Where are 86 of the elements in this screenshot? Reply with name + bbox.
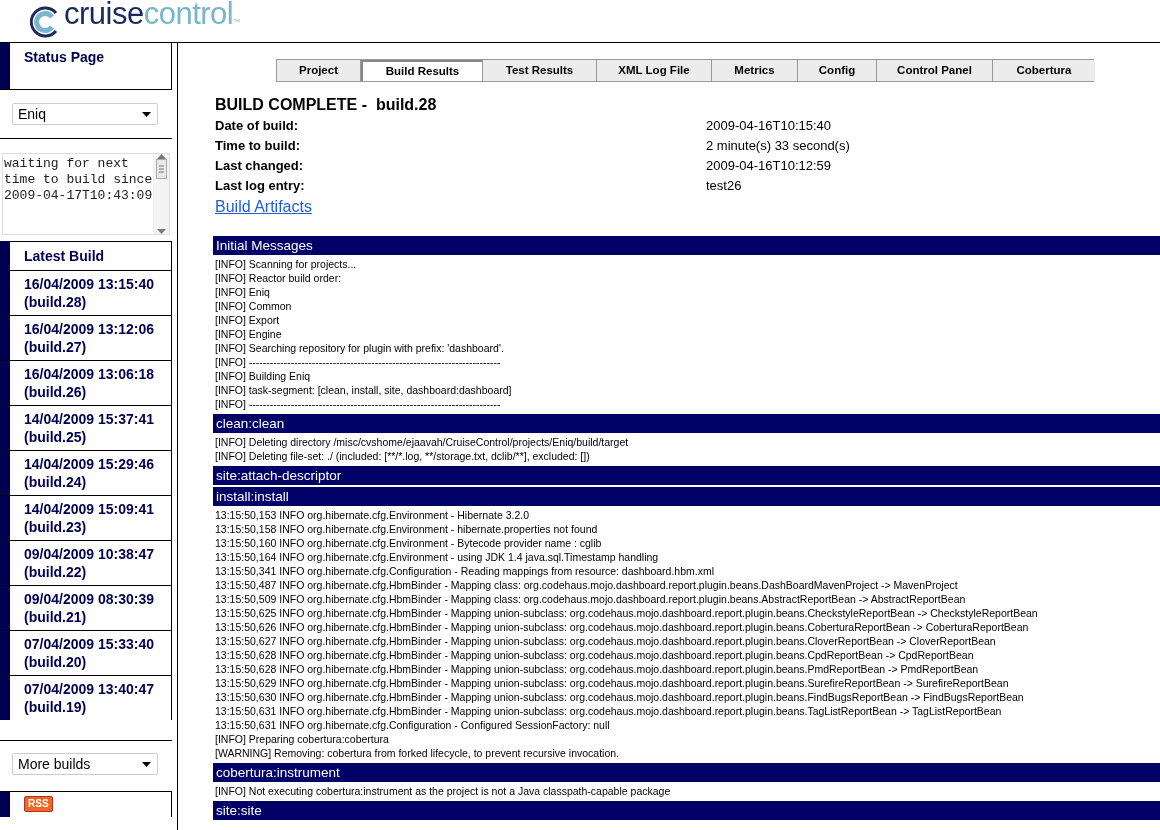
status-text-area[interactable]: waiting for next time to build since 2009-04-17T10:43:09 [2,153,170,235]
log-line: 13:15:50,626 INFO org.hibernate.cfg.HbmBinder - Mapping union-subclass: org.codehaus.mojo.dashboard.report.plugin.beans.CoberturaReportBean -> CoberturaReportBean [214,620,1030,634]
field-label: Last log entry: [215,177,306,195]
accent-bar [0,451,10,495]
build-link[interactable]: 07/04/2009 15:33:40 (build.20) [10,631,171,675]
log-line: [INFO] Not executing cobertura:instrument as the project is not a Java classpath-capable package [214,784,672,798]
log-line: 13:15:50,631 INFO org.hibernate.cfg.HbmBinder - Mapping union-subclass: org.codehaus.mojo.dashboard.report.plugin.beans.TagListReportBean -> TagListReportBean [214,704,1003,718]
accent-bar [0,496,10,540]
log-line: 13:15:50,628 INFO org.hibernate.cfg.HbmBinder - Mapping union-subclass: org.codehaus.mojo.dashboard.report.plugin.beans.PmdReportBean -> PmdReportBean [214,662,980,676]
accent-bar [0,792,10,817]
log-line: 13:15:50,628 INFO org.hibernate.cfg.HbmBinder - Mapping union-subclass: org.codehaus.mojo.dashboard.report.plugin.beans.CpdReportBean -> CpdReportBean [214,648,975,662]
build-link[interactable]: 16/04/2009 13:06:18 (build.26) [10,361,171,405]
tab[interactable]: XML Log File [597,60,712,81]
build-title: BUILD COMPLETE - build.28 [215,96,438,114]
log-line: 13:15:50,630 INFO org.hibernate.cfg.HbmBinder - Mapping union-subclass: org.codehaus.mojo.dashboard.report.plugin.beans.FindBugsReportBean -> FindBugsReportBean [214,690,1025,704]
caret-icon [142,111,151,117]
log-line: 13:15:50,164 INFO org.hibernate.cfg.Environment - using JDK 1.4 java.sql.Timestamp handling [214,550,660,564]
build-link[interactable]: 16/04/2009 13:12:06 (build.27) [10,316,171,360]
build-link[interactable]: 16/04/2009 13:15:40 (build.28) [10,271,171,315]
log-line: [INFO] Deleting directory /misc/cvshome/ejaavah/CruiseControl/projects/Eniq/build/target [214,435,630,449]
accent-bar [0,406,10,450]
accent-bar [0,43,10,89]
section-header: Initial Messages [213,236,1160,255]
accent-bar [0,541,10,585]
log-line: [INFO] Scanning for projects... [214,257,358,271]
tab[interactable]: Metrics [712,60,798,81]
field-value: 2009-04-16T10:15:40 [706,117,833,135]
tab[interactable]: Project [277,60,361,81]
build-link[interactable]: 07/04/2009 13:40:47 (build.19) [10,676,171,720]
field-label: Last changed: [215,157,305,175]
log-line: [INFO] ------------------------------------------------------------------------ [214,397,502,411]
field-label: Time to build: [215,137,301,155]
log-line: 13:15:50,627 INFO org.hibernate.cfg.HbmBinder - Mapping union-subclass: org.codehaus.mojo.dashboard.report.plugin.beans.CloverReportBean -> CloverReportBean [214,634,997,648]
log-line: 13:15:50,158 INFO org.hibernate.cfg.Environment - hibernate.properties not found [214,522,599,536]
tab[interactable]: Control Panel [877,60,993,81]
tab[interactable]: Cobertura [993,60,1095,81]
logo-icon [30,6,60,38]
caret-icon [142,761,151,767]
log-line: [INFO] Export [214,313,281,327]
status-page-link[interactable]: Status Page [10,43,171,89]
tab[interactable]: Config [798,60,877,81]
accent-bar [0,361,10,405]
build-artifacts-link[interactable]: Build Artifacts [215,198,312,216]
log-line: 13:15:50,341 INFO org.hibernate.cfg.Configuration - Reading mappings from resource: dashboard.hbm.xml [214,564,716,578]
build-link[interactable]: 09/04/2009 10:38:47 (build.22) [10,541,171,585]
section-header: site:site [213,801,1160,820]
section-header: clean:clean [213,414,1160,433]
build-link[interactable]: 09/04/2009 08:30:39 (build.21) [10,586,171,630]
accent-bar [0,631,10,675]
log-line: [INFO] Engine [214,327,283,341]
section-header: cobertura:instrument [213,763,1160,782]
log-line: [INFO] Deleting file-set: ./ (included: [**/*.log, **/storage.txt, dclib/**], excluded: []) [214,449,591,463]
log-line: [INFO] Building Eniq [214,369,312,383]
more-builds-select[interactable]: More builds [12,753,158,775]
log-line: [WARNING] Removing: cobertura from forked lifecycle, to prevent recursive invocation. [214,746,620,760]
field-value: 2009-04-16T10:12:59 [706,157,833,175]
log-line: 13:15:50,625 INFO org.hibernate.cfg.HbmBinder - Mapping union-subclass: org.codehaus.mojo.dashboard.report.plugin.beans.CheckstyleReportBean -> CheckstyleReportBean [214,606,1039,620]
log-line: [INFO] task-segment: [clean, install, site, dashboard:dashboard] [214,383,513,397]
section-header: site:attach-descriptor [213,466,1160,485]
tab[interactable]: Build Results [361,60,483,81]
build-link[interactable]: 14/04/2009 15:37:41 (build.25) [10,406,171,450]
log-line: [INFO] Searching repository for plugin with prefix: 'dashboard'. [214,341,505,355]
log-line: 13:15:50,631 INFO org.hibernate.cfg.Configuration - Configured SessionFactory: null [214,718,611,732]
build-link[interactable]: 14/04/2009 15:29:46 (build.24) [10,451,171,495]
log-line: [INFO] ------------------------------------------------------------------------ [214,355,502,369]
accent-bar [0,586,10,630]
log-line: 13:15:50,153 INFO org.hibernate.cfg.Environment - Hibernate 3.2.0 [214,508,530,522]
log-line: 13:15:50,487 INFO org.hibernate.cfg.HbmBinder - Mapping class: org.codehaus.mojo.dashboard.report.plugin.beans.DashBoardMavenProject -> MavenProject [214,578,959,592]
field-label: Date of build: [215,117,300,135]
field-value: test26 [706,177,743,195]
scrollbar-icon[interactable] [153,154,169,234]
log-line: [INFO] Preparing cobertura:cobertura [214,732,390,746]
log-line: 13:15:50,509 INFO org.hibernate.cfg.HbmBinder - Mapping class: org.codehaus.mojo.dashboard.report.plugin.beans.AbstractReportBean -> AbstractReportBean [214,592,967,606]
accent-bar [0,316,10,360]
field-value: 2 minute(s) 33 second(s) [706,137,851,155]
log-line: [INFO] Eniq [214,285,271,299]
build-link[interactable]: 14/04/2009 15:09:41 (build.23) [10,496,171,540]
section-header: install:install [213,487,1160,506]
log-line: 13:15:50,629 INFO org.hibernate.cfg.HbmBinder - Mapping union-subclass: org.codehaus.mojo.dashboard.report.plugin.beans.SurefireReportBean -> SurefireReportBean [214,676,1010,690]
accent-bar [0,676,10,720]
section-heading: Latest Build [10,241,171,271]
tab[interactable]: Test Results [483,60,597,81]
log-line: [INFO] Reactor build order: [214,271,343,285]
project-select[interactable]: Eniq [12,103,158,125]
log-line: [INFO] Common [214,299,293,313]
log-line: 13:15:50,160 INFO org.hibernate.cfg.Environment - Bytecode provider name : cglib [214,536,603,550]
